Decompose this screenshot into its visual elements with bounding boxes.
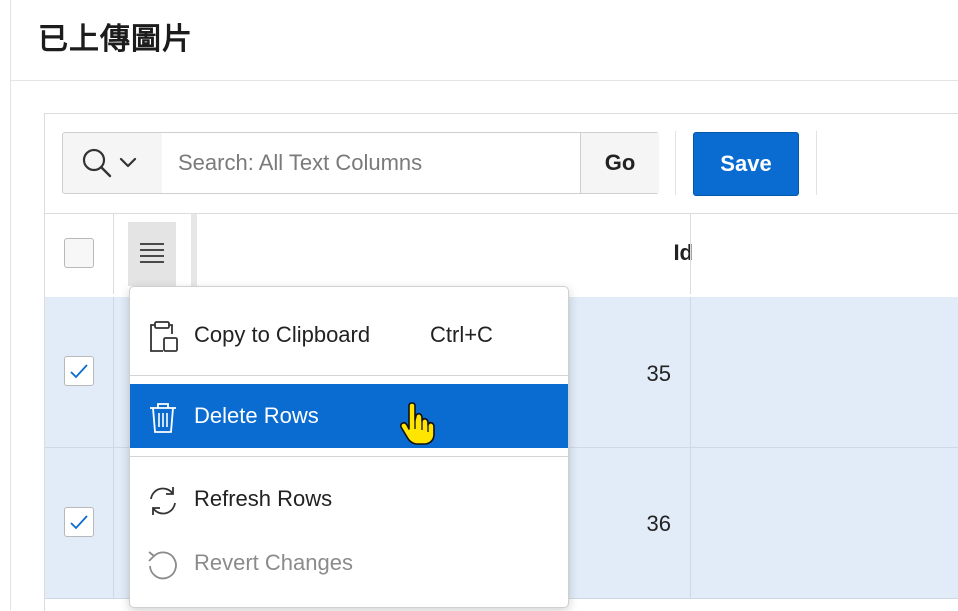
frozen-column-handle[interactable] (191, 214, 197, 294)
region-title: 已上傳圖片 (38, 22, 193, 57)
menu-item-copy-to-clipboard[interactable]: Copy to Clipboard Ctrl+C (130, 303, 568, 367)
row-actions-context-menu: Copy to Clipboard Ctrl+C Delete Rows Ref… (129, 286, 569, 608)
cell-id[interactable]: 35 (647, 361, 671, 387)
clipboard-icon (150, 321, 178, 352)
column-divider (113, 297, 114, 447)
column-divider (690, 448, 691, 598)
toolbar-separator (816, 131, 817, 195)
undo-icon (148, 551, 177, 580)
menu-item-label: Copy to Clipboard (194, 322, 371, 347)
row-actions-menu-button[interactable] (128, 222, 176, 286)
checkmark-icon (70, 364, 88, 379)
menu-item-label: Delete Rows (194, 403, 319, 428)
search-columns-menu-button[interactable] (63, 133, 163, 193)
grid-header: Id (45, 213, 958, 294)
menu-item-label: Revert Changes (194, 550, 353, 575)
go-button[interactable]: Go (580, 133, 659, 193)
checkmark-icon (70, 515, 88, 530)
refresh-icon (150, 487, 176, 515)
menu-item-label: Refresh Rows (194, 486, 333, 511)
toolbar-separator (675, 131, 676, 195)
row-select-checkbox[interactable] (64, 507, 94, 537)
hand-pointer-cursor-icon (399, 402, 435, 445)
row-select-checkbox[interactable] (64, 356, 94, 386)
hamburger-icon (140, 243, 164, 263)
search-input[interactable] (162, 133, 580, 193)
trash-icon (150, 403, 176, 433)
select-all-checkbox[interactable] (64, 238, 94, 268)
menu-item-delete-rows[interactable]: Delete Rows (130, 384, 568, 448)
save-button[interactable]: Save (693, 132, 799, 196)
menu-separator (130, 456, 568, 457)
grid-toolbar: Go Save (45, 114, 958, 214)
column-divider (690, 214, 691, 294)
title-divider (11, 80, 958, 81)
menu-item-revert-changes[interactable]: Revert Changes (130, 531, 568, 595)
search-icon (82, 148, 137, 178)
search-group: Go (62, 132, 659, 194)
column-divider (690, 297, 691, 447)
cell-id[interactable]: 36 (647, 511, 671, 537)
menu-item-refresh-rows[interactable]: Refresh Rows (130, 467, 568, 531)
menu-separator (130, 375, 568, 376)
menu-item-shortcut: Ctrl+C (430, 322, 493, 347)
column-divider (113, 448, 114, 598)
column-divider (113, 214, 114, 294)
